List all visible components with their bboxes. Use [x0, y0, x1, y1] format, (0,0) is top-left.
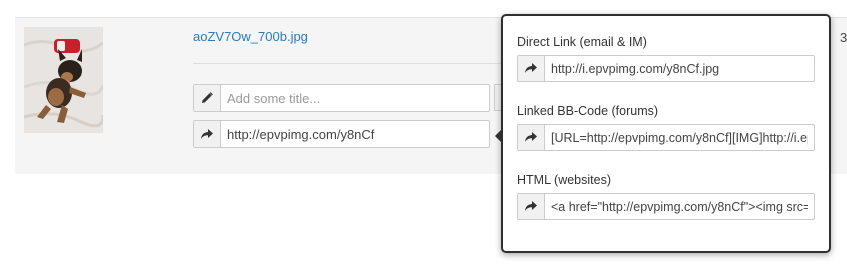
short-link-input[interactable] — [221, 121, 489, 147]
row-divider — [193, 63, 503, 64]
html-field[interactable] — [517, 193, 815, 220]
title-field[interactable] — [193, 84, 490, 112]
bbcode-field[interactable] — [517, 124, 815, 151]
share-arrow-icon — [194, 121, 221, 147]
image-filename-link[interactable]: aoZV7Ow_700b.jpg — [193, 29, 308, 44]
direct-link-input[interactable] — [545, 56, 814, 81]
puppy-photo — [24, 27, 103, 133]
short-link-field[interactable] — [193, 120, 490, 148]
share-arrow-icon — [518, 194, 545, 219]
html-label: HTML (websites) — [517, 173, 611, 187]
share-arrow-icon — [518, 125, 545, 150]
share-links-popover: Direct Link (email & IM) Linked BB-Code … — [495, 14, 831, 253]
share-arrow-icon — [518, 56, 545, 81]
image-thumbnail[interactable] — [24, 27, 103, 133]
popover-arrow — [495, 129, 502, 143]
bbcode-label: Linked BB-Code (forums) — [517, 104, 659, 118]
pencil-icon — [194, 85, 221, 111]
direct-link-label: Direct Link (email & IM) — [517, 35, 647, 49]
bbcode-input[interactable] — [545, 125, 814, 150]
direct-link-field[interactable] — [517, 55, 815, 82]
html-input[interactable] — [545, 194, 814, 219]
title-input[interactable] — [221, 85, 489, 111]
partial-column-value: 3 — [840, 30, 847, 45]
